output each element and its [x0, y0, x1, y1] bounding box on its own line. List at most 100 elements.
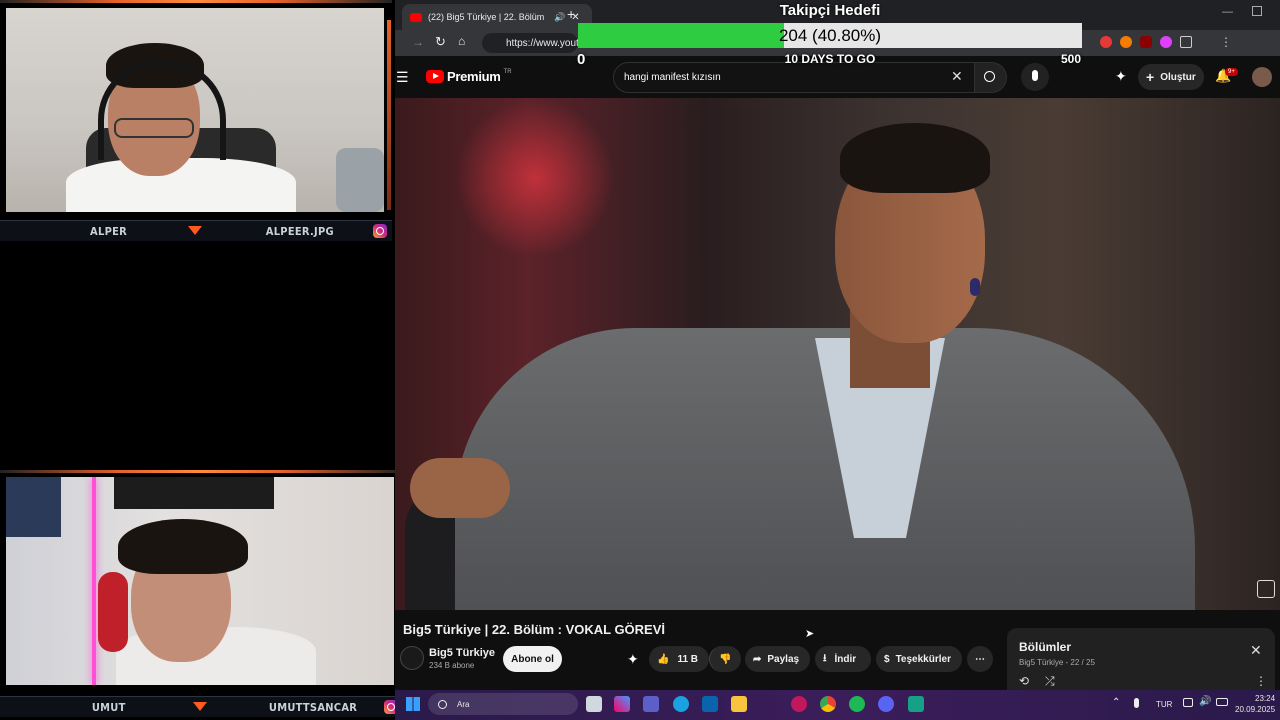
clothes-pile	[336, 148, 384, 212]
file-explorer-icon[interactable]	[731, 696, 747, 712]
youtube-play-icon	[426, 70, 444, 83]
down-triangle-icon	[188, 226, 202, 235]
headset-icon	[98, 572, 128, 652]
create-button[interactable]: + Oluştur	[1138, 64, 1204, 90]
thumbs-down-icon: 👎	[719, 653, 732, 665]
search-button[interactable]	[975, 62, 1007, 93]
clear-search-icon[interactable]: ✕	[951, 68, 963, 85]
spotify-icon[interactable]	[849, 696, 865, 712]
share-button[interactable]: ➦ Paylaş	[745, 646, 810, 672]
opera-icon[interactable]	[791, 696, 807, 712]
maximize-icon[interactable]	[1252, 6, 1262, 16]
app-icon[interactable]	[908, 696, 924, 712]
more-icon: ⋯	[975, 653, 985, 665]
new-tab-icon[interactable]: +	[567, 6, 575, 22]
webcam-alper	[6, 8, 384, 212]
cursor-icon: ➤	[805, 628, 815, 640]
avatar[interactable]	[1252, 67, 1272, 87]
goal-subtitle: 10 DAYS TO GO	[784, 52, 876, 66]
download-icon: ⭳	[823, 652, 827, 664]
download-button[interactable]: ⭳ İndir	[815, 646, 871, 672]
teams-icon[interactable]	[643, 696, 659, 712]
channel-avatar[interactable]	[400, 646, 424, 670]
close-icon[interactable]: ✕	[1250, 642, 1262, 659]
cam1-side-frame	[387, 20, 391, 210]
tray-mic-icon[interactable]	[1134, 698, 1139, 708]
cam1-nameplate: ALPER ALPEER.JPG	[0, 220, 392, 241]
puzzle-icon[interactable]	[1180, 36, 1192, 48]
panel-more-icon[interactable]: ⋮	[1255, 674, 1267, 688]
share-label: Paylaş	[767, 653, 800, 665]
forward-icon[interactable]: →	[412, 35, 424, 49]
create-label: Oluştur	[1160, 71, 1196, 83]
task-view-icon[interactable]	[586, 696, 602, 712]
like-count: 11 B	[677, 653, 699, 665]
sparkle-icon[interactable]: ✦	[1115, 68, 1127, 85]
channel-name[interactable]: Big5 Türkiye	[429, 647, 495, 659]
search-icon	[984, 71, 995, 82]
menu-dots-icon[interactable]: ⋮	[1220, 36, 1232, 48]
episodes-subtitle: Big5 Türkiye - 22 / 25	[1019, 658, 1095, 667]
speaker-icon[interactable]: 🔊	[554, 12, 565, 23]
network-icon[interactable]	[1183, 698, 1193, 707]
browser-tab[interactable]: (22) Big5 Türkiye | 22. Bölüm 🔊 ✕	[402, 4, 592, 30]
youtube-logo[interactable]: Premium TR	[426, 69, 512, 84]
discord-icon[interactable]	[878, 696, 894, 712]
voice-search-button[interactable]	[1021, 63, 1049, 91]
tab-title: (22) Big5 Türkiye | 22. Bölüm	[428, 12, 545, 22]
miniplayer-icon[interactable]	[1257, 580, 1275, 598]
thanks-label: Teşekkürler	[895, 653, 951, 665]
pink-ext-icon[interactable]	[1160, 36, 1172, 48]
dislike-button[interactable]: 👎	[709, 646, 741, 672]
outlook-icon[interactable]	[702, 696, 718, 712]
home-icon[interactable]: ⌂	[458, 34, 465, 48]
taskbar-search-icon	[438, 699, 447, 709]
thumbs-up-icon: 👍	[657, 653, 670, 665]
clock-time[interactable]: 23:24	[1255, 694, 1275, 703]
earpiece-icon	[970, 278, 980, 296]
windows-start-icon[interactable]	[406, 697, 420, 711]
video-player[interactable]	[395, 98, 1280, 610]
logo-text: Premium	[447, 69, 501, 84]
language-indicator[interactable]: TUR	[1156, 700, 1172, 709]
loop-icon[interactable]: ⟲	[1019, 674, 1029, 688]
copilot-icon[interactable]	[614, 696, 630, 712]
cam2-name: UMUT	[91, 700, 126, 714]
url-text: https://www.yout	[506, 37, 579, 49]
thanks-button[interactable]: $ Teşekkürler	[876, 646, 962, 672]
shuffle-icon[interactable]: ⤮	[1045, 674, 1055, 689]
volume-icon[interactable]: 🔊	[1199, 696, 1211, 707]
battery-icon[interactable]	[1216, 698, 1228, 706]
reload-icon[interactable]: ↻	[435, 34, 446, 50]
neon-light	[455, 98, 615, 258]
chrome-icon[interactable]	[820, 696, 836, 712]
ai-sparkle-icon[interactable]: ✦	[627, 651, 639, 668]
hair	[840, 123, 990, 193]
like-button[interactable]: 👍 11 B	[649, 646, 709, 672]
hair	[118, 519, 248, 574]
tray-chevron-icon[interactable]: ⌃	[1112, 697, 1120, 708]
edge-icon[interactable]	[673, 696, 689, 712]
taskbar-search[interactable]: Ara	[428, 693, 578, 715]
minimize-icon[interactable]: —	[1222, 6, 1233, 18]
wall-poster	[6, 477, 61, 537]
orange-ext-icon[interactable]	[1120, 36, 1132, 48]
goal-current-text: 204 (40.80%)	[778, 25, 882, 45]
subscribe-button[interactable]: Abone ol	[503, 646, 562, 672]
goal-progress-bar: 204 (40.80%)	[578, 23, 1082, 48]
address-bar[interactable]: https://www.yout	[482, 33, 579, 53]
search-input[interactable]: hangi manifest kızısın	[613, 62, 975, 93]
clock-date[interactable]: 20.09.2025	[1235, 705, 1275, 714]
goal-min: 0	[577, 51, 586, 68]
more-actions-button[interactable]: ⋯	[967, 646, 993, 672]
cam2-nameplate: UMUT UMUTTSANCAR	[0, 696, 402, 717]
subscribe-label: Abone ol	[511, 653, 554, 665]
youtube-ext-icon[interactable]	[1100, 36, 1112, 48]
extension-icons: ⋮	[1100, 36, 1232, 48]
cam2-handle: UMUTTSANCAR	[268, 700, 358, 714]
down-triangle-icon	[193, 702, 207, 711]
plus-icon: +	[1146, 69, 1155, 85]
ublock-ext-icon[interactable]	[1140, 36, 1152, 48]
taskbar-search-placeholder: Ara	[457, 699, 470, 709]
hamburger-menu-icon[interactable]: ☰	[396, 69, 409, 86]
